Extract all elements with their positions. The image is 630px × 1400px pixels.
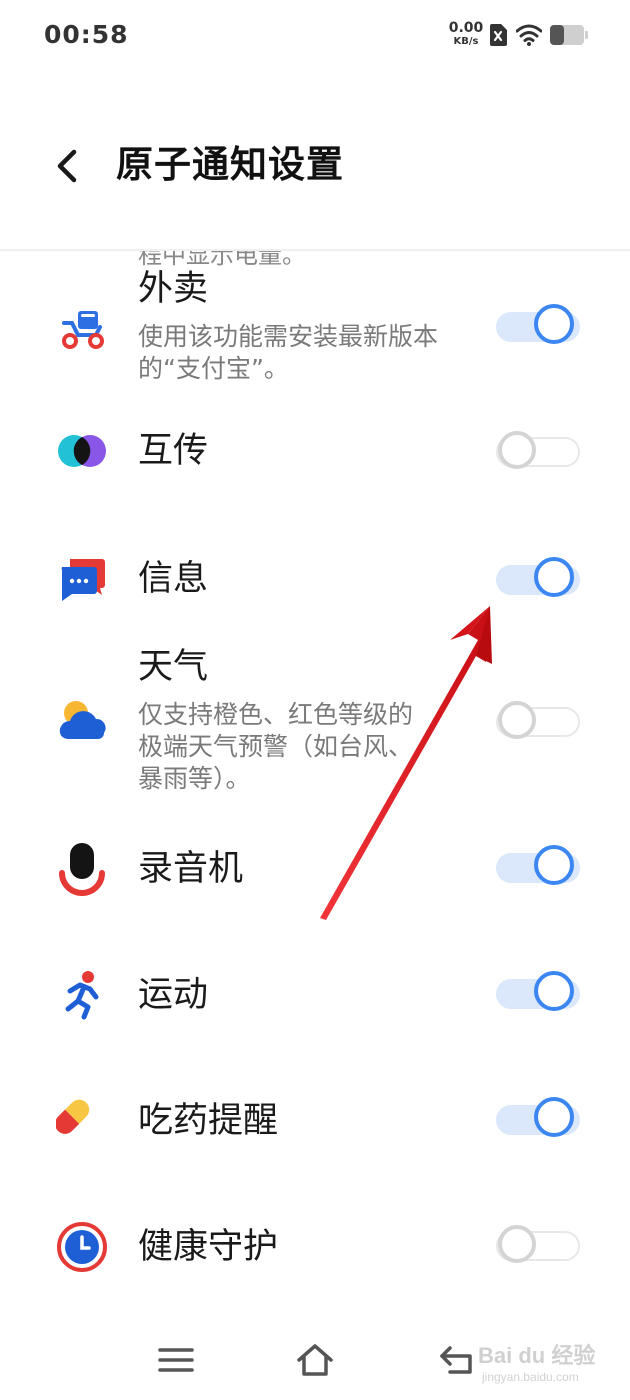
toggle-knob bbox=[534, 845, 574, 885]
watermark-subtext: jingyan.baidu.com bbox=[482, 1370, 579, 1384]
item-title: 运动 bbox=[138, 975, 209, 1015]
network-speed-unit: KB/s bbox=[453, 36, 479, 47]
toggle-weather[interactable] bbox=[496, 697, 580, 745]
message-bubble-icon bbox=[61, 559, 105, 601]
chevron-left-icon bbox=[57, 149, 77, 183]
pill-icon bbox=[56, 1099, 90, 1134]
sim-blocked-icon bbox=[490, 24, 507, 46]
item-title: 信息 bbox=[138, 559, 209, 599]
running-icon bbox=[65, 971, 99, 1020]
list-item-weather: 天气 仅支持橙色、红色等级的极端天气预警（如台风、暴雨等）。 bbox=[0, 645, 630, 805]
toggle-health[interactable] bbox=[496, 1221, 580, 1269]
list-item-messages: 信息 bbox=[0, 551, 630, 611]
status-time: 00:58 bbox=[44, 20, 129, 49]
toggle-knob bbox=[498, 431, 536, 469]
toggle-knob bbox=[534, 1097, 574, 1137]
page-title: 原子通知设置 bbox=[116, 143, 344, 186]
list-item-recorder: 录音机 bbox=[0, 841, 630, 901]
list-item-medicine: 吃药提醒 bbox=[0, 1093, 630, 1153]
item-title: 互传 bbox=[138, 431, 209, 471]
toggle-knob bbox=[498, 1225, 536, 1263]
network-speed: 0.00 KB/s bbox=[446, 20, 486, 48]
toggle-knob bbox=[534, 304, 574, 344]
item-description: 使用该功能需安装最新版本的“支付宝”。 bbox=[138, 322, 439, 383]
menu-icon[interactable] bbox=[156, 1342, 196, 1378]
toggle-recorder[interactable] bbox=[496, 843, 580, 891]
toggle-messages[interactable] bbox=[496, 555, 580, 603]
share-circles-icon bbox=[58, 435, 106, 467]
item-description: 仅支持橙色、红色等级的极端天气预警（如台风、暴雨等）。 bbox=[138, 700, 414, 793]
item-title: 吃药提醒 bbox=[138, 1101, 279, 1141]
weather-icon bbox=[59, 701, 106, 740]
list-item-takeout: 外卖 使用该功能需安装最新版本的“支付宝”。 bbox=[0, 267, 630, 397]
toggle-knob bbox=[534, 971, 574, 1011]
list-item-sport: 运动 bbox=[0, 967, 630, 1027]
list-item-health: 健康守护 bbox=[0, 1219, 630, 1279]
toggle-takeout[interactable] bbox=[496, 302, 580, 350]
wifi-icon bbox=[516, 24, 542, 46]
clock-icon bbox=[57, 1222, 107, 1272]
status-bar: 00:58 0.00 KB/s bbox=[0, 0, 630, 70]
home-icon[interactable] bbox=[295, 1342, 335, 1378]
header: 原子通知设置 bbox=[0, 110, 630, 220]
item-title: 外卖 bbox=[138, 269, 209, 309]
back-button[interactable] bbox=[44, 140, 88, 190]
toggle-knob bbox=[498, 701, 536, 739]
scooter-icon bbox=[62, 311, 104, 349]
item-title: 健康守护 bbox=[138, 1227, 279, 1267]
item-title: 天气 bbox=[138, 647, 209, 687]
item-title: 录音机 bbox=[138, 849, 244, 889]
battery-icon bbox=[550, 25, 588, 45]
list-item-transfer: 互传 bbox=[0, 421, 630, 481]
toggle-knob bbox=[534, 557, 574, 597]
toggle-sport[interactable] bbox=[496, 969, 580, 1017]
back-icon[interactable] bbox=[436, 1342, 476, 1378]
notification-settings-list[interactable]: 程中显示电量。 外卖 使用该功能需安装最新版本的“支付宝”。 互传 信息 天气 … bbox=[0, 251, 630, 1311]
network-speed-value: 0.00 bbox=[448, 20, 484, 36]
toggle-transfer[interactable] bbox=[496, 427, 580, 475]
microphone-icon bbox=[59, 843, 105, 896]
watermark-text: Bai du 经验 bbox=[478, 1343, 596, 1368]
watermark: Bai du 经验 jingyan.baidu.com bbox=[478, 1330, 618, 1390]
toggle-medicine[interactable] bbox=[496, 1095, 580, 1143]
